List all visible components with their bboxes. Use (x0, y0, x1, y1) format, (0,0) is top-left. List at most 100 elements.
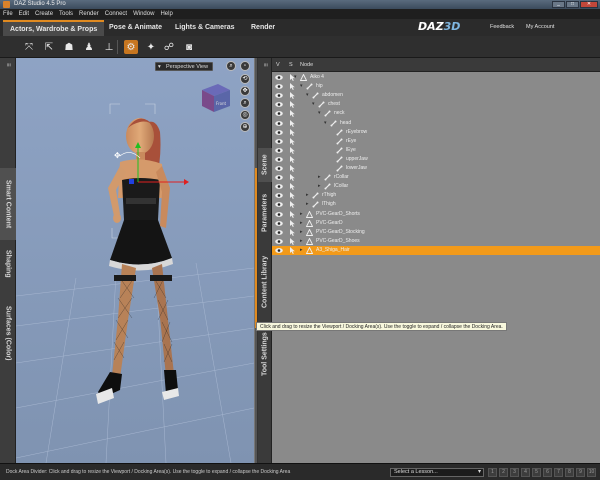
tab-content-library[interactable]: Content Library (258, 246, 272, 318)
menu-create[interactable]: Create (35, 11, 53, 17)
chevron-down-icon[interactable]: ▾ (324, 119, 327, 128)
chevron-right-icon[interactable]: ▸ (318, 182, 321, 191)
cursor-icon[interactable] (289, 137, 296, 145)
lesson-select[interactable]: Select a Lesson... ▾ (390, 468, 484, 477)
scene-node-row[interactable]: ▸ PVC-GearD_Stocking (272, 228, 600, 237)
chevron-right-icon[interactable]: ▸ (300, 219, 303, 228)
cursor-icon[interactable] (289, 83, 296, 91)
cursor-icon[interactable] (289, 210, 296, 218)
eye-icon[interactable] (275, 120, 283, 127)
cursor-icon[interactable] (289, 155, 296, 163)
tab-shaping[interactable]: Shaping (0, 244, 16, 284)
chevron-right-icon[interactable]: ▸ (306, 191, 309, 200)
lesson-page-button[interactable]: 3 (510, 468, 519, 477)
spot-render-icon[interactable]: ✦ (144, 40, 158, 54)
scene-node-row[interactable]: ▸ A3_Shiga_Hair (272, 245, 600, 255)
eye-icon[interactable] (275, 101, 283, 108)
eye-icon[interactable] (275, 156, 283, 163)
universal-tool-icon[interactable]: ⇱ (42, 40, 56, 54)
cursor-icon[interactable] (289, 119, 296, 127)
tab-render[interactable]: Render (244, 20, 282, 36)
menu-render[interactable]: Render (79, 11, 99, 17)
chevron-right-icon[interactable]: ▸ (300, 228, 303, 237)
scene-node-row[interactable]: ▾ abdomen (272, 91, 600, 100)
menu-edit[interactable]: Edit (19, 11, 29, 17)
chevron-right-icon[interactable]: ▸ (300, 210, 303, 219)
orbit-icon[interactable]: ⟲ (240, 74, 250, 84)
cursor-icon[interactable] (289, 228, 296, 236)
my-account-link[interactable]: My Account (526, 24, 554, 30)
scene-node-row[interactable]: ▾ hip (272, 82, 600, 91)
tab-parameters[interactable]: Parameters (258, 186, 272, 240)
eye-icon[interactable] (275, 229, 283, 236)
panel-menu-icon[interactable]: ≡ (0, 60, 16, 70)
eye-icon[interactable] (275, 220, 283, 227)
zoom-icon[interactable]: ⌕ (240, 98, 250, 108)
chevron-down-icon[interactable]: ▾ (318, 109, 321, 118)
lesson-page-button[interactable]: 7 (554, 468, 563, 477)
eye-icon[interactable] (275, 74, 283, 81)
cursor-icon[interactable] (289, 146, 296, 154)
feedback-link[interactable]: Feedback (490, 24, 514, 30)
node-selection-icon[interactable]: ⤧ (22, 40, 36, 54)
eye-icon[interactable] (275, 92, 283, 99)
close-button[interactable]: ✕ (580, 1, 598, 8)
scene-node-row[interactable]: ▸ rCollar (272, 173, 600, 182)
tab-scene[interactable]: Scene (258, 148, 272, 182)
scene-node-row[interactable]: ▾ neck (272, 109, 600, 118)
render-settings-icon[interactable]: ⚙ (124, 40, 138, 54)
tab-lights-cameras[interactable]: Lights & Cameras (168, 20, 242, 36)
minimize-button[interactable]: _ (552, 1, 565, 8)
scene-node-row[interactable]: ▸ lCollar (272, 182, 600, 191)
lesson-page-button[interactable]: 5 (532, 468, 541, 477)
eye-icon[interactable] (275, 83, 283, 90)
chevron-down-icon[interactable]: ▾ (300, 82, 303, 91)
chevron-right-icon[interactable]: ▸ (318, 173, 321, 182)
maximize-button[interactable]: □ (566, 1, 579, 8)
scene-node-row[interactable]: ▸ lThigh (272, 200, 600, 209)
scene-node-row[interactable]: rEyebrow (272, 128, 600, 137)
eye-icon[interactable] (275, 247, 283, 254)
cursor-icon[interactable] (289, 101, 296, 109)
tab-surfaces-color[interactable]: Surfaces (Color) (0, 290, 16, 376)
chevron-right-icon[interactable]: ▸ (306, 200, 309, 209)
scene-node-row[interactable]: lowerJaw (272, 164, 600, 173)
cursor-icon[interactable] (289, 165, 296, 172)
eye-icon[interactable] (275, 201, 283, 208)
chevron-down-icon[interactable]: ▾ (312, 100, 315, 109)
cursor-icon[interactable] (289, 192, 296, 200)
eye-icon[interactable] (275, 110, 283, 117)
pane-menu-icon[interactable]: ≡ (258, 60, 272, 70)
eye-icon[interactable] (275, 174, 283, 181)
tab-smart-content[interactable]: Smart Content (0, 168, 16, 240)
render-icon[interactable]: ☍ (162, 40, 176, 54)
viewport-options-icon[interactable]: ▫ (240, 61, 250, 71)
menu-window[interactable]: Window (133, 11, 154, 17)
cursor-icon[interactable] (289, 183, 296, 191)
col-selectable[interactable]: S (289, 62, 293, 68)
cursor-icon[interactable] (289, 128, 296, 136)
lesson-page-button[interactable]: 10 (587, 468, 596, 477)
camera-icon[interactable]: ◙ (182, 40, 196, 54)
col-node[interactable]: Node (300, 62, 313, 68)
cursor-icon[interactable] (289, 201, 296, 209)
scene-node-row[interactable]: rEye (272, 137, 600, 146)
eye-icon[interactable] (275, 147, 283, 154)
tab-actors-wardrobe-props[interactable]: Actors, Wardrobe & Props (3, 20, 105, 36)
chevron-down-icon[interactable]: ▾ (306, 91, 309, 100)
menu-help[interactable]: Help (160, 11, 172, 17)
lesson-page-button[interactable]: 6 (543, 468, 552, 477)
pose-figure-icon[interactable]: ☗ (62, 40, 76, 54)
eye-icon[interactable] (275, 211, 283, 218)
tab-pose-animate[interactable]: Pose & Animate (102, 20, 169, 36)
eye-icon[interactable] (275, 238, 283, 245)
joint-editor-icon[interactable]: ⊥ (102, 40, 116, 54)
chevron-right-icon[interactable]: ▸ (300, 237, 303, 246)
eye-icon[interactable] (275, 192, 283, 199)
menu-file[interactable]: File (3, 11, 13, 17)
lesson-page-button[interactable]: 9 (576, 468, 585, 477)
lesson-page-button[interactable]: 2 (499, 468, 508, 477)
scene-node-row[interactable]: upperJaw (272, 155, 600, 164)
eye-icon[interactable] (275, 183, 283, 190)
dolly-icon[interactable]: ◎ (240, 110, 250, 120)
